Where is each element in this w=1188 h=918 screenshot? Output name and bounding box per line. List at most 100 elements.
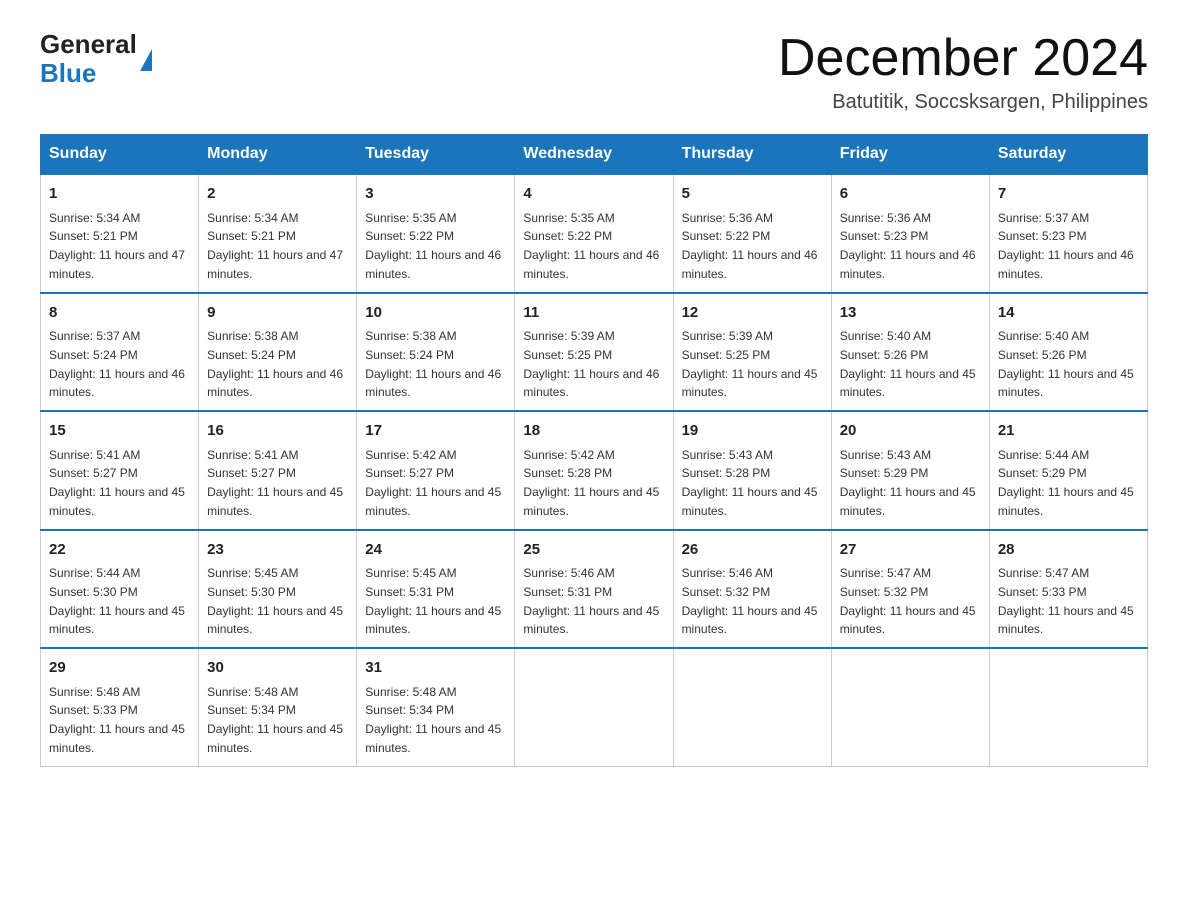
day-info: Sunrise: 5:44 AMSunset: 5:29 PMDaylight:…: [998, 448, 1134, 518]
calendar-cell: 23 Sunrise: 5:45 AMSunset: 5:30 PMDayligh…: [199, 530, 357, 649]
day-info: Sunrise: 5:45 AMSunset: 5:31 PMDaylight:…: [365, 566, 501, 636]
calendar-cell: [989, 648, 1147, 766]
calendar-cell: 25Sunrise: 5:46 AMSunset: 5:31 PMDayligh…: [515, 530, 673, 649]
day-number: 24: [365, 539, 506, 562]
day-number: 1: [49, 183, 190, 206]
calendar-cell: [673, 648, 831, 766]
day-number: 19: [682, 420, 823, 443]
calendar-cell: 4Sunrise: 5:35 AMSunset: 5:22 PMDaylight…: [515, 174, 673, 293]
day-number: 30: [207, 657, 348, 680]
day-number: 13: [840, 302, 981, 325]
day-number: 14: [998, 302, 1139, 325]
calendar-cell: 5 Sunrise: 5:36 AMSunset: 5:22 PMDaylight…: [673, 174, 831, 293]
day-number: 21: [998, 420, 1139, 443]
day-number: 11: [523, 302, 664, 325]
day-info: Sunrise: 5:42 AMSunset: 5:28 PMDaylight:…: [523, 448, 659, 518]
day-info: Sunrise: 5:35 AMSunset: 5:22 PMDaylight:…: [365, 211, 501, 281]
day-info: Sunrise: 5:41 AMSunset: 5:27 PMDaylight:…: [207, 448, 343, 518]
day-number: 23: [207, 539, 348, 562]
day-number: 29: [49, 657, 190, 680]
day-info: Sunrise: 5:36 AMSunset: 5:22 PMDaylight:…: [682, 211, 818, 281]
calendar-week-4: 22Sunrise: 5:44 AMSunset: 5:30 PMDayligh…: [41, 530, 1148, 649]
calendar-cell: [515, 648, 673, 766]
day-info: Sunrise: 5:46 AMSunset: 5:31 PMDaylight:…: [523, 566, 659, 636]
day-number: 27: [840, 539, 981, 562]
logo: General Blue: [40, 30, 152, 87]
day-info: Sunrise: 5:42 AMSunset: 5:27 PMDaylight:…: [365, 448, 501, 518]
calendar-cell: 15 Sunrise: 5:41 AMSunset: 5:27 PMDayligh…: [41, 411, 199, 530]
calendar-cell: 6Sunrise: 5:36 AMSunset: 5:23 PMDaylight…: [831, 174, 989, 293]
day-info: Sunrise: 5:35 AMSunset: 5:22 PMDaylight:…: [523, 211, 659, 281]
day-number: 9: [207, 302, 348, 325]
title-area: December 2024 Batutitik, Soccsksargen, P…: [778, 30, 1148, 114]
day-number: 31: [365, 657, 506, 680]
day-number: 28: [998, 539, 1139, 562]
logo-general: General: [40, 30, 137, 59]
logo-blue: Blue: [40, 59, 137, 88]
calendar-cell: 16 Sunrise: 5:41 AMSunset: 5:27 PMDayligh…: [199, 411, 357, 530]
day-info: Sunrise: 5:48 AMSunset: 5:34 PMDaylight:…: [365, 685, 501, 755]
calendar-body: 1 Sunrise: 5:34 AMSunset: 5:21 PMDaylight…: [41, 174, 1148, 766]
calendar-cell: 28 Sunrise: 5:47 AMSunset: 5:33 PMDayligh…: [989, 530, 1147, 649]
calendar-cell: 31 Sunrise: 5:48 AMSunset: 5:34 PMDayligh…: [357, 648, 515, 766]
calendar-cell: 21 Sunrise: 5:44 AMSunset: 5:29 PMDayligh…: [989, 411, 1147, 530]
calendar-cell: 1Sunrise: 5:34 AMSunset: 5:21 PMDaylight…: [41, 174, 199, 293]
day-info: Sunrise: 5:43 AMSunset: 5:29 PMDaylight:…: [840, 448, 976, 518]
weekday-header-saturday: Saturday: [989, 135, 1147, 175]
calendar-cell: 30 Sunrise: 5:48 AMSunset: 5:34 PMDayligh…: [199, 648, 357, 766]
day-info: Sunrise: 5:47 AMSunset: 5:32 PMDaylight:…: [840, 566, 976, 636]
weekday-header-monday: Monday: [199, 135, 357, 175]
day-number: 8: [49, 302, 190, 325]
logo-triangle-icon: [140, 49, 152, 71]
day-info: Sunrise: 5:46 AMSunset: 5:32 PMDaylight:…: [682, 566, 818, 636]
day-number: 10: [365, 302, 506, 325]
calendar-cell: 13Sunrise: 5:40 AMSunset: 5:26 PMDayligh…: [831, 293, 989, 412]
calendar-week-1: 1 Sunrise: 5:34 AMSunset: 5:21 PMDaylight…: [41, 174, 1148, 293]
day-info: Sunrise: 5:36 AMSunset: 5:23 PMDaylight:…: [840, 211, 976, 281]
calendar-cell: 14 Sunrise: 5:40 AMSunset: 5:26 PMDayligh…: [989, 293, 1147, 412]
day-number: 15: [49, 420, 190, 443]
day-info: Sunrise: 5:41 AMSunset: 5:27 PMDaylight:…: [49, 448, 185, 518]
calendar-cell: 27 Sunrise: 5:47 AMSunset: 5:32 PMDayligh…: [831, 530, 989, 649]
calendar-week-3: 15 Sunrise: 5:41 AMSunset: 5:27 PMDayligh…: [41, 411, 1148, 530]
day-number: 20: [840, 420, 981, 443]
calendar-cell: 26 Sunrise: 5:46 AMSunset: 5:32 PMDayligh…: [673, 530, 831, 649]
day-number: 26: [682, 539, 823, 562]
calendar-cell: 29 Sunrise: 5:48 AMSunset: 5:33 PMDayligh…: [41, 648, 199, 766]
day-info: Sunrise: 5:44 AMSunset: 5:30 PMDaylight:…: [49, 566, 185, 636]
day-info: Sunrise: 5:43 AMSunset: 5:28 PMDaylight:…: [682, 448, 818, 518]
calendar-cell: [831, 648, 989, 766]
calendar-cell: 24 Sunrise: 5:45 AMSunset: 5:31 PMDayligh…: [357, 530, 515, 649]
location-subtitle: Batutitik, Soccsksargen, Philippines: [778, 91, 1148, 114]
weekday-header-friday: Friday: [831, 135, 989, 175]
weekday-header-tuesday: Tuesday: [357, 135, 515, 175]
month-title: December 2024: [778, 30, 1148, 87]
calendar-cell: 2Sunrise: 5:34 AMSunset: 5:21 PMDaylight…: [199, 174, 357, 293]
day-number: 16: [207, 420, 348, 443]
weekday-header-thursday: Thursday: [673, 135, 831, 175]
page-header: General Blue December 2024 Batutitik, So…: [40, 30, 1148, 114]
day-number: 7: [998, 183, 1139, 206]
day-number: 18: [523, 420, 664, 443]
calendar-cell: 12Sunrise: 5:39 AMSunset: 5:25 PMDayligh…: [673, 293, 831, 412]
day-info: Sunrise: 5:47 AMSunset: 5:33 PMDaylight:…: [998, 566, 1134, 636]
calendar-cell: 7 Sunrise: 5:37 AMSunset: 5:23 PMDaylight…: [989, 174, 1147, 293]
day-info: Sunrise: 5:34 AMSunset: 5:21 PMDaylight:…: [207, 211, 343, 281]
day-info: Sunrise: 5:45 AMSunset: 5:30 PMDaylight:…: [207, 566, 343, 636]
calendar-cell: 18 Sunrise: 5:42 AMSunset: 5:28 PMDayligh…: [515, 411, 673, 530]
day-number: 5: [682, 183, 823, 206]
calendar-cell: 11Sunrise: 5:39 AMSunset: 5:25 PMDayligh…: [515, 293, 673, 412]
weekday-header-wednesday: Wednesday: [515, 135, 673, 175]
day-info: Sunrise: 5:48 AMSunset: 5:34 PMDaylight:…: [207, 685, 343, 755]
day-info: Sunrise: 5:37 AMSunset: 5:23 PMDaylight:…: [998, 211, 1134, 281]
calendar-table: SundayMondayTuesdayWednesdayThursdayFrid…: [40, 134, 1148, 767]
calendar-cell: 3Sunrise: 5:35 AMSunset: 5:22 PMDaylight…: [357, 174, 515, 293]
day-info: Sunrise: 5:40 AMSunset: 5:26 PMDaylight:…: [998, 329, 1134, 399]
day-number: 12: [682, 302, 823, 325]
calendar-week-2: 8Sunrise: 5:37 AMSunset: 5:24 PMDaylight…: [41, 293, 1148, 412]
calendar-cell: 22Sunrise: 5:44 AMSunset: 5:30 PMDayligh…: [41, 530, 199, 649]
calendar-cell: 20 Sunrise: 5:43 AMSunset: 5:29 PMDayligh…: [831, 411, 989, 530]
day-info: Sunrise: 5:38 AMSunset: 5:24 PMDaylight:…: [207, 329, 343, 399]
day-info: Sunrise: 5:48 AMSunset: 5:33 PMDaylight:…: [49, 685, 185, 755]
calendar-cell: 19 Sunrise: 5:43 AMSunset: 5:28 PMDayligh…: [673, 411, 831, 530]
